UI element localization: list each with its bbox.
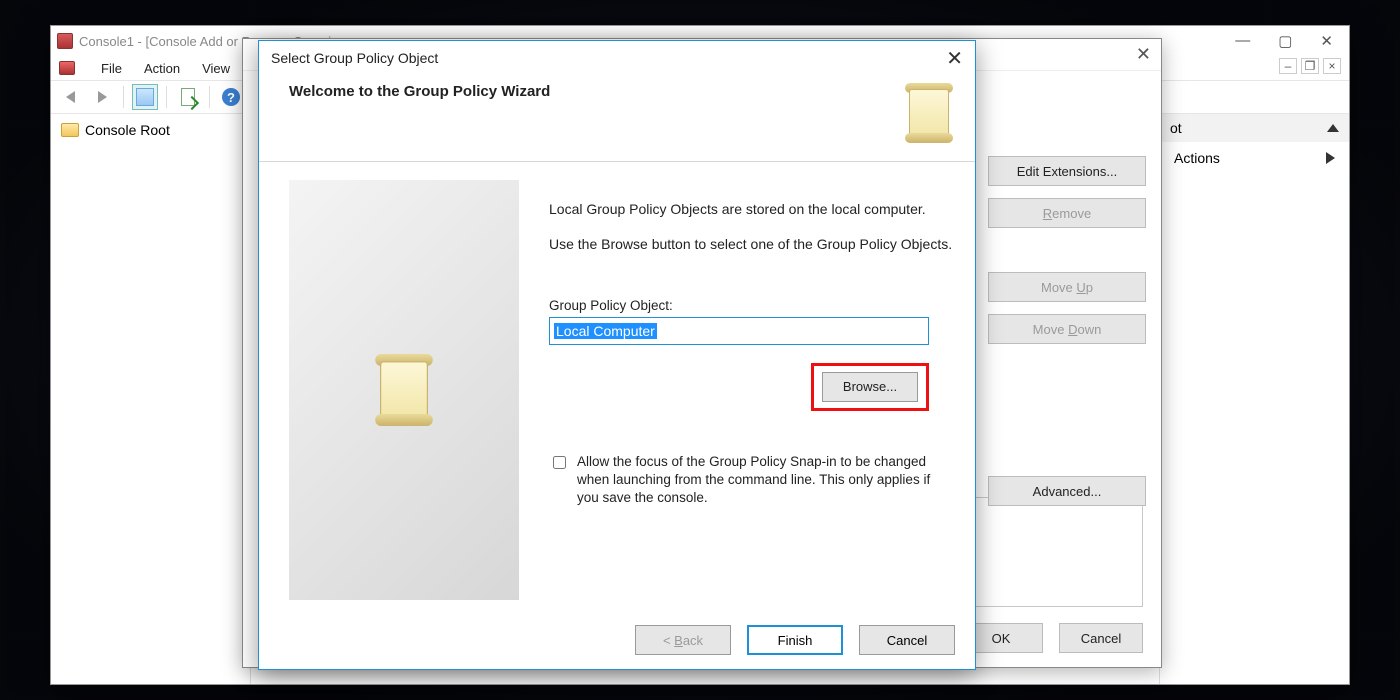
edit-extensions-button[interactable]: Edit Extensions...: [988, 156, 1146, 186]
gpo-close-button[interactable]: ✕: [946, 46, 963, 71]
panel-icon: [136, 88, 154, 106]
nav-forward-button[interactable]: [89, 84, 115, 110]
gpo-allow-focus-input[interactable]: [553, 455, 566, 470]
snapins-cancel-button[interactable]: Cancel: [1059, 623, 1143, 653]
scroll-icon: [903, 83, 955, 143]
caret-up-icon: [1327, 124, 1339, 132]
help-button[interactable]: ?: [218, 84, 244, 110]
close-button[interactable]: ✕: [1320, 32, 1333, 50]
gpo-footer: < Back Finish Cancel: [635, 625, 955, 655]
gpo-paragraph-1: Local Group Policy Objects are stored on…: [549, 200, 955, 219]
remove-button: Remove: [988, 198, 1146, 228]
move-down-button: Move Down: [988, 314, 1146, 344]
show-tree-button[interactable]: [132, 84, 158, 110]
actions-header-text: ot: [1170, 120, 1182, 136]
export-icon: [181, 88, 195, 106]
gpo-body: Local Group Policy Objects are stored on…: [259, 162, 975, 592]
scroll-icon-small: [373, 354, 435, 426]
toolbar-separator: [123, 86, 124, 108]
toolbar-separator-3: [209, 86, 210, 108]
actions-pane: ot Actions: [1159, 114, 1349, 684]
snapins-close-button[interactable]: ✕: [1136, 44, 1151, 65]
mdi-window-controls: – ❐ ×: [1279, 58, 1341, 74]
cancel-button[interactable]: Cancel: [859, 625, 955, 655]
gpo-wizard-dialog: Select Group Policy Object ✕ Welcome to …: [258, 40, 976, 670]
minimize-button[interactable]: —: [1235, 32, 1250, 50]
gpo-content: Local Group Policy Objects are stored on…: [549, 180, 955, 592]
gpo-sidebar-graphic: [289, 180, 519, 600]
gpo-object-value: Local Computer: [554, 323, 657, 339]
mmc-app-icon: [57, 33, 73, 49]
advanced-button[interactable]: Advanced...: [988, 476, 1146, 506]
tree-root-label: Console Root: [85, 122, 170, 138]
menu-view[interactable]: View: [202, 61, 230, 76]
gpo-checkbox-text: Allow the focus of the Group Policy Snap…: [577, 453, 939, 508]
window-controls: — ▢ ✕: [1235, 32, 1343, 50]
export-list-button[interactable]: [175, 84, 201, 110]
actions-more-label: Actions: [1174, 150, 1220, 166]
gpo-field-label: Group Policy Object:: [549, 298, 955, 313]
mdi-close[interactable]: ×: [1323, 58, 1341, 74]
arrow-right-icon: [98, 91, 107, 103]
menu-action[interactable]: Action: [144, 61, 180, 76]
gpo-title-text: Select Group Policy Object: [271, 50, 438, 66]
browse-button[interactable]: Browse...: [822, 372, 918, 402]
move-up-button: Move Up: [988, 272, 1146, 302]
toolbar-separator-2: [166, 86, 167, 108]
mdi-minimize[interactable]: –: [1279, 58, 1297, 74]
browse-highlight: Browse...: [811, 363, 929, 411]
chevron-right-icon: [1326, 152, 1335, 164]
actions-pane-header[interactable]: ot: [1160, 114, 1349, 142]
maximize-button[interactable]: ▢: [1278, 32, 1292, 50]
menu-file[interactable]: File: [101, 61, 122, 76]
gpo-allow-focus-checkbox[interactable]: Allow the focus of the Group Policy Snap…: [549, 453, 939, 508]
mmc-doc-icon: [59, 61, 75, 75]
finish-button[interactable]: Finish: [747, 625, 843, 655]
gpo-titlebar: Select Group Policy Object ✕: [259, 41, 975, 75]
mdi-restore[interactable]: ❐: [1301, 58, 1319, 74]
tree-root-item[interactable]: Console Root: [57, 120, 244, 140]
console-tree[interactable]: Console Root: [51, 114, 251, 684]
help-icon: ?: [222, 88, 240, 106]
folder-icon: [61, 123, 79, 137]
arrow-left-icon: [66, 91, 75, 103]
snapins-footer: OK Cancel: [959, 623, 1143, 653]
gpo-heading: Welcome to the Group Policy Wizard: [289, 83, 550, 100]
gpo-header: Welcome to the Group Policy Wizard: [259, 75, 975, 162]
gpo-paragraph-2: Use the Browse button to select one of t…: [549, 235, 955, 254]
actions-more-row[interactable]: Actions: [1160, 142, 1349, 174]
nav-back-button[interactable]: [57, 84, 83, 110]
gpo-object-field[interactable]: Local Computer: [549, 317, 929, 345]
back-button: < Back: [635, 625, 731, 655]
